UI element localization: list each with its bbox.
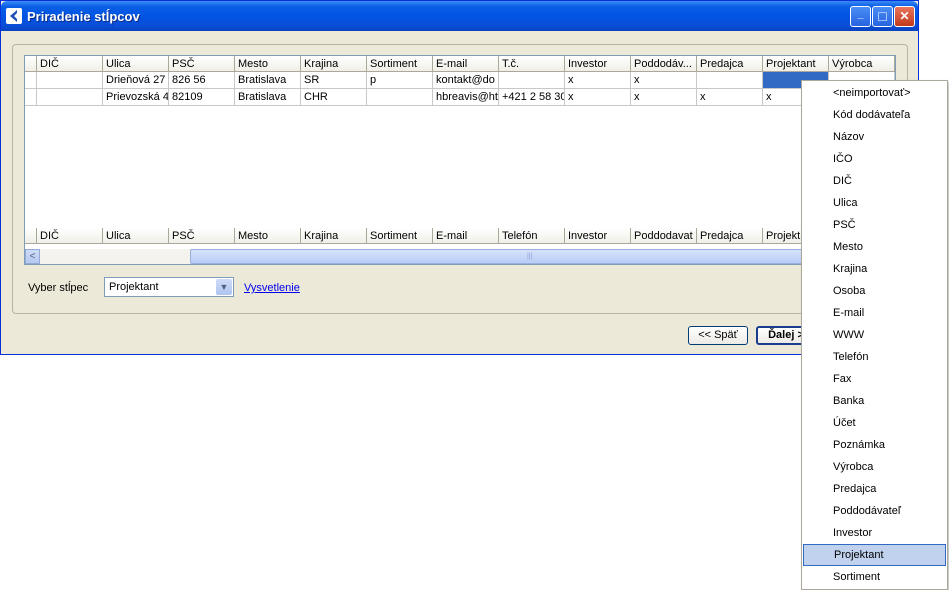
mapping-header[interactable]: Sortiment — [367, 228, 433, 244]
dropdown-item[interactable]: DIČ — [803, 170, 946, 192]
dropdown-item[interactable]: E-mail — [803, 302, 946, 324]
mapping-header[interactable]: Krajina — [301, 228, 367, 244]
table-cell[interactable]: x — [697, 89, 763, 106]
dropdown-item[interactable]: Telefón — [803, 346, 946, 368]
dropdown-item[interactable]: Krajina — [803, 258, 946, 280]
chevron-left-icon: < — [29, 251, 36, 262]
table-cell[interactable]: 82109 — [169, 89, 235, 106]
dropdown-item[interactable]: Banka — [803, 390, 946, 412]
dropdown-item[interactable]: Názov — [803, 126, 946, 148]
dropdown-item[interactable]: Projektant — [803, 544, 946, 566]
table-cell[interactable]: x — [565, 89, 631, 106]
dropdown-item[interactable]: Výrobca — [803, 456, 946, 478]
table-cell[interactable] — [499, 72, 565, 89]
maximize-icon: □ — [878, 8, 887, 24]
dropdown-item[interactable]: Sortiment — [803, 566, 946, 588]
scroll-left-button[interactable]: < — [25, 249, 40, 264]
column-header[interactable]: Investor — [565, 56, 631, 72]
table-cell[interactable]: Drieňová 27 — [103, 72, 169, 89]
mapping-header[interactable]: PSČ — [169, 228, 235, 244]
mapping-header[interactable]: E-mail — [433, 228, 499, 244]
table-cell[interactable]: x — [631, 89, 697, 106]
column-header[interactable]: E-mail — [433, 56, 499, 72]
table-cell[interactable]: x — [565, 72, 631, 89]
row-indicator — [25, 89, 37, 106]
back-arrow-icon — [6, 8, 22, 24]
chevron-down-icon[interactable]: ▼ — [216, 279, 232, 295]
dropdown-item[interactable]: IČO — [803, 148, 946, 170]
dropdown-item[interactable]: Investor — [803, 522, 946, 544]
column-header[interactable]: Predajca — [697, 56, 763, 72]
dropdown-item[interactable]: Fax — [803, 368, 946, 390]
mapping-header[interactable]: Mesto — [235, 228, 301, 244]
horizontal-scrollbar[interactable]: < ||| — [25, 249, 895, 264]
column-header[interactable]: Sortiment — [367, 56, 433, 72]
column-header[interactable]: Projektant — [763, 56, 829, 72]
mapping-header[interactable]: DIČ — [37, 228, 103, 244]
column-header[interactable]: Poddodáv... — [631, 56, 697, 72]
column-header[interactable]: Mesto — [235, 56, 301, 72]
column-header[interactable]: T.č. — [499, 56, 565, 72]
table-cell[interactable]: SR — [301, 72, 367, 89]
mapping-header[interactable]: Predajca — [697, 228, 763, 244]
table-cell[interactable] — [37, 89, 103, 106]
table-row[interactable]: Drieňová 27 826 56 Bratislava SR p kontakt@do… — [25, 72, 895, 89]
dropdown-item[interactable]: Kód dodávateľa — [803, 104, 946, 126]
grid-header-row: DIČ Ulica PSČ Mesto Krajina Sortiment E-mail T.… — [25, 56, 895, 73]
dropdown-item[interactable]: Mesto — [803, 236, 946, 258]
table-cell[interactable]: Bratislava — [235, 89, 301, 106]
table-cell[interactable]: 826 56 — [169, 72, 235, 89]
table-cell[interactable] — [697, 72, 763, 89]
column-header[interactable]: Výrobca — [829, 56, 895, 72]
table-cell[interactable]: Bratislava — [235, 72, 301, 89]
mapping-header[interactable]: Telefón — [499, 228, 565, 244]
maximize-button[interactable]: □ — [872, 6, 893, 27]
window-title: Priradenie stĺpcov — [27, 9, 140, 24]
column-header[interactable]: Krajina — [301, 56, 367, 72]
table-cell[interactable]: hbreavis@ht — [433, 89, 499, 106]
back-button[interactable]: << Späť — [688, 326, 748, 345]
dropdown-item[interactable]: Osoba — [803, 280, 946, 302]
table-cell[interactable]: kontakt@do — [433, 72, 499, 89]
mapping-header[interactable]: Investor — [565, 228, 631, 244]
row-indicator — [25, 72, 37, 89]
table-cell[interactable] — [37, 72, 103, 89]
dropdown-item[interactable]: Poznámka — [803, 434, 946, 456]
table-cell[interactable]: p — [367, 72, 433, 89]
column-select[interactable]: Projektant ▼ — [104, 277, 234, 297]
dropdown-item[interactable]: Poddodávateľ — [803, 500, 946, 522]
column-header[interactable]: Ulica — [103, 56, 169, 72]
table-row[interactable]: Prievozská 4 82109 Bratislava CHR hbreavis@h… — [25, 89, 895, 106]
column-dropdown-list: <neimportovať> Kód dodávateľa Názov IČO DIČ U… — [801, 80, 948, 590]
row-indicator — [25, 56, 37, 72]
minimize-icon: _ — [857, 8, 864, 20]
dropdown-item[interactable]: WWW — [803, 324, 946, 346]
column-select-label: Vyber stĺpec — [28, 282, 89, 294]
column-select-value: Projektant — [109, 281, 159, 293]
table-cell[interactable]: x — [631, 72, 697, 89]
scroll-grip-icon: ||| — [527, 253, 533, 260]
dropdown-item[interactable]: Účet — [803, 412, 946, 434]
close-icon: ✕ — [899, 9, 910, 23]
row-indicator — [25, 228, 37, 244]
dropdown-item[interactable]: <neimportovať> — [803, 82, 946, 104]
data-grid[interactable]: DIČ Ulica PSČ Mesto Krajina Sortiment E-mail T.… — [24, 55, 896, 265]
column-header[interactable]: PSČ — [169, 56, 235, 72]
table-cell[interactable]: +421 2 58 30 — [499, 89, 565, 106]
mapping-header[interactable]: Ulica — [103, 228, 169, 244]
table-cell[interactable]: CHR — [301, 89, 367, 106]
scroll-thumb[interactable]: ||| — [190, 249, 820, 264]
help-link[interactable]: Vysvetlenie — [244, 282, 300, 294]
mapping-header[interactable]: Poddodavat — [631, 228, 697, 244]
dropdown-item[interactable]: Ulica — [803, 192, 946, 214]
table-cell[interactable] — [367, 89, 433, 106]
minimize-button[interactable]: _ — [850, 6, 871, 27]
mapping-header-row: DIČ Ulica PSČ Mesto Krajina Sortiment E-mail Te… — [25, 228, 895, 245]
column-header[interactable]: DIČ — [37, 56, 103, 72]
dropdown-item[interactable]: PSČ — [803, 214, 946, 236]
table-cell[interactable]: Prievozská 4 — [103, 89, 169, 106]
title-bar[interactable]: Priradenie stĺpcov _ □ ✕ — [1, 1, 918, 31]
close-button[interactable]: ✕ — [894, 6, 915, 27]
dropdown-item[interactable]: Predajca — [803, 478, 946, 500]
